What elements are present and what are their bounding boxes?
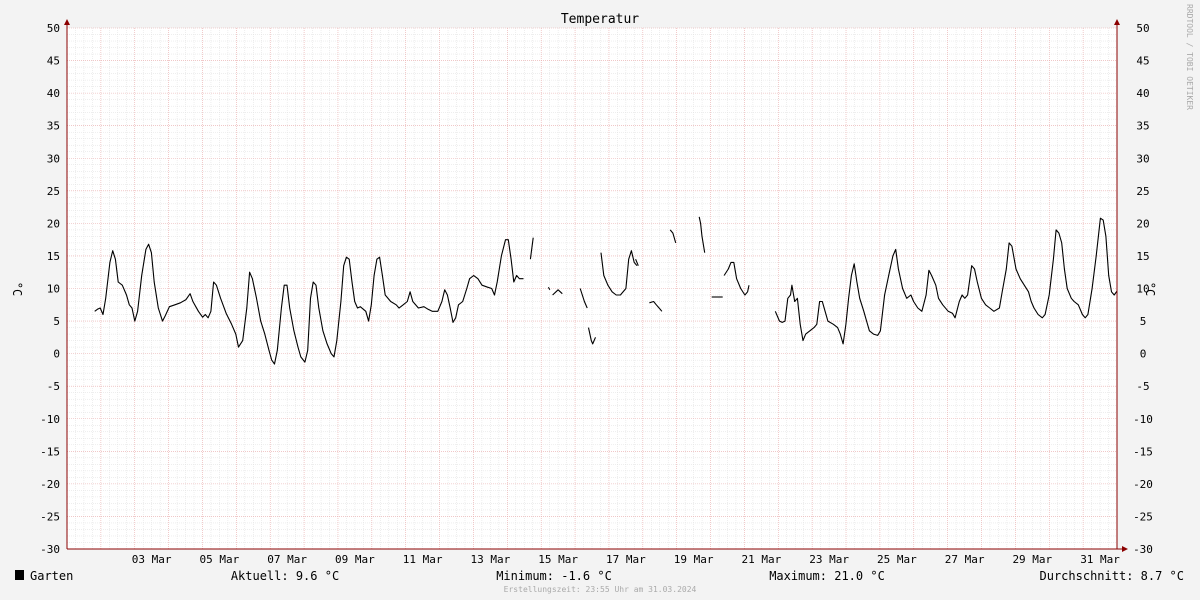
x-tick-label: 07 Mar: [267, 553, 307, 566]
x-tick-label: 25 Mar: [877, 553, 917, 566]
y-tick-label-right: 35: [1136, 120, 1149, 133]
y-tick-label-left: 50: [47, 22, 60, 35]
x-tick-label: 13 Mar: [471, 553, 511, 566]
y-tick-label-left: 40: [47, 87, 60, 100]
x-tick-labels: 03 Mar 05 Mar 07 Mar 09 Mar 11 Mar 13 Mar 15 M…: [132, 553, 1120, 566]
y-tick-label-left: -25: [40, 510, 60, 523]
y-tick-label-left: 45: [47, 55, 60, 68]
y-tick-label-right: -20: [1133, 478, 1153, 491]
x-tick-label: 31 Mar: [1080, 553, 1120, 566]
y-tick-label-left: 30: [47, 152, 60, 165]
chart-title: Temperatur: [561, 12, 639, 27]
x-tick-label: 17 Mar: [606, 553, 646, 566]
legend-swatch: [15, 570, 24, 580]
x-tick-label: 21 Mar: [741, 553, 781, 566]
legend-durchschnitt: Durchschnitt: 8.7 °C: [1040, 569, 1185, 583]
creation-time-footer: Erstellungszeit: 23:55 Uhr am 31.03.2024: [504, 585, 697, 594]
y-tick-label-right: -25: [1133, 510, 1153, 523]
legend-minimum: Minimum: -1.6 °C: [496, 569, 612, 583]
legend-series-name: Garten: [30, 569, 73, 583]
y-tick-label-left: -20: [40, 478, 60, 491]
y-tick-label-right: 45: [1136, 55, 1149, 68]
y-tick-label-left: 10: [47, 283, 60, 296]
x-tick-label: 09 Mar: [335, 553, 375, 566]
y-tick-label-right: -10: [1133, 413, 1153, 426]
x-tick-label: 19 Mar: [674, 553, 714, 566]
watermark: RRDTOOL / TOBI OETIKER: [1185, 4, 1194, 110]
y-tick-label-left: 5: [53, 315, 60, 328]
x-tick-label: 23 Mar: [809, 553, 849, 566]
y-tick-label-right: 40: [1136, 87, 1149, 100]
legend-aktuell: Aktuell: 9.6 °C: [231, 569, 339, 583]
y-tick-label-left: 0: [53, 348, 60, 361]
y-tick-label-right: 5: [1140, 315, 1147, 328]
y-axis-label-right: °C: [1143, 282, 1157, 296]
y-tick-label-left: -30: [40, 543, 60, 556]
y-tick-label-right: 25: [1136, 185, 1149, 198]
y-tick-label-right: 20: [1136, 217, 1149, 230]
y-tick-label-right: 0: [1140, 348, 1147, 361]
x-tick-label: 11 Mar: [403, 553, 443, 566]
y-tick-label-left: 25: [47, 185, 60, 198]
x-tick-label: 27 Mar: [945, 553, 985, 566]
x-tick-label: 15 Mar: [538, 553, 578, 566]
y-tick-label-right: 30: [1136, 152, 1149, 165]
x-tick-label: 05 Mar: [200, 553, 240, 566]
y-tick-label-left: 35: [47, 120, 60, 133]
y-axis-label-left: °C: [10, 282, 24, 296]
y-tick-label-left: 20: [47, 217, 60, 230]
temperature-chart: 50454035302520151050-5-10-15-20-25-30 50…: [0, 0, 1200, 600]
y-tick-label-left: -10: [40, 413, 60, 426]
y-tick-label-right: 50: [1136, 22, 1149, 35]
y-tick-label-left: -15: [40, 445, 60, 458]
y-tick-label-left: 15: [47, 250, 60, 263]
y-tick-label-right: -30: [1133, 543, 1153, 556]
y-tick-label-left: -5: [47, 380, 60, 393]
y-tick-label-right: -5: [1136, 380, 1149, 393]
x-tick-label: 29 Mar: [1012, 553, 1052, 566]
y-tick-label-right: -15: [1133, 445, 1153, 458]
x-tick-label: 03 Mar: [132, 553, 172, 566]
chart-container: 50 45 40 35 30 25 20 15 10 5 0 -5 -10 -15 -20 -25 -30 50…: [0, 0, 1200, 600]
legend-maximum: Maximum: 21.0 °C: [769, 569, 885, 583]
y-tick-label-right: 15: [1136, 250, 1149, 263]
